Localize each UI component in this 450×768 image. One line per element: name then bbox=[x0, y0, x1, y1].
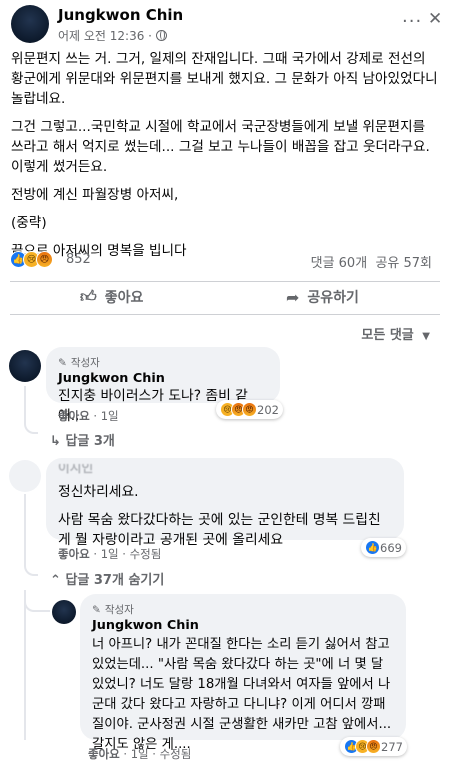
comment-bubble: 이지인 정신차리세요. 사람 목숨 왔다갔다하는 곳에 있는 군인한테 명복 드… bbox=[46, 458, 404, 548]
author-badge: ✎ 작성자 bbox=[92, 602, 394, 617]
comment-meta: 좋아요 · 1일 bbox=[58, 409, 119, 423]
share-button[interactable]: ➦ 공유하기 bbox=[286, 287, 359, 307]
edited-label[interactable]: 수정됨 bbox=[130, 547, 162, 561]
divider bbox=[10, 281, 440, 282]
comment-text: 정신차리세요. bbox=[58, 484, 139, 500]
author-badge: ✎ 작성자 bbox=[58, 355, 268, 370]
comment-avatar[interactable] bbox=[9, 350, 41, 382]
comment-reactions[interactable]: 👍 669 bbox=[361, 538, 406, 557]
comment-count[interactable]: 댓글 60개 bbox=[311, 256, 368, 271]
thread-line bbox=[24, 422, 38, 434]
comment-author[interactable]: Jungkwon Chin bbox=[58, 371, 268, 386]
comment-bubble: ✎ 작성자 Jungkwon Chin 너 아프니? 내가 꼰대질 한다는 소리… bbox=[80, 594, 406, 752]
comment-age[interactable]: 1일 bbox=[131, 747, 149, 761]
chevron-up-icon: ⌃ bbox=[50, 573, 61, 588]
pen-icon: ✎ bbox=[92, 603, 101, 616]
badge-label: 작성자 bbox=[70, 357, 100, 369]
view-replies-link[interactable]: ↳ 답글 3개 bbox=[50, 430, 115, 449]
comment-age[interactable]: 1일 bbox=[101, 547, 119, 561]
angry-reaction-icon: 😠 bbox=[36, 251, 53, 268]
comment-author[interactable]: 이지인 bbox=[58, 464, 392, 474]
badge-label: 작성자 bbox=[104, 604, 134, 616]
comment-reaction-count: 669 bbox=[380, 540, 402, 555]
author-avatar[interactable] bbox=[11, 5, 49, 43]
share-arrow-icon: ➦ bbox=[286, 287, 300, 307]
comment-reactions[interactable]: 😢 😠 😡 202 bbox=[216, 400, 283, 419]
comment-author[interactable]: Jungkwon Chin bbox=[92, 618, 394, 633]
divider bbox=[10, 314, 440, 315]
angry-reaction-icon: 😠 bbox=[366, 739, 381, 754]
share-label: 공유하기 bbox=[307, 290, 359, 306]
comment-like-link[interactable]: 좋아요 bbox=[88, 747, 120, 761]
comment-meta: 좋아요 · 1일 · 수정됨 bbox=[88, 747, 192, 761]
thread-line bbox=[24, 590, 26, 740]
thread-line bbox=[24, 600, 50, 612]
thread-line bbox=[24, 564, 38, 576]
triangle-down-icon: ▼ bbox=[422, 331, 430, 342]
like-label: 좋아요 bbox=[104, 290, 144, 306]
share-count[interactable]: 공유 57회 bbox=[375, 256, 432, 271]
reactions-summary: 👍 😢 😠 852 댓글 60개 공유 57회 bbox=[10, 250, 440, 271]
globe-icon bbox=[156, 30, 168, 41]
comment-reaction-count: 277 bbox=[381, 739, 403, 754]
post-body: 위문편지 쓰는 거. 그거, 일제의 잔재입니다. 그때 국가에서 강제로 전선… bbox=[11, 49, 441, 269]
post-meta: 어제 오전 12:36 · bbox=[58, 27, 168, 44]
like-button[interactable]: 👍︎ 좋아요 bbox=[80, 287, 143, 307]
angry-reaction-icon: 😡 bbox=[242, 402, 257, 417]
comment-reactions[interactable]: 👍 😢 😠 277 bbox=[340, 737, 407, 756]
reply-arrow-icon: ↳ bbox=[50, 434, 61, 449]
replies-label: 답글 37개 숨기기 bbox=[65, 573, 165, 588]
close-icon[interactable]: ✕ bbox=[428, 9, 442, 29]
post-time[interactable]: 어제 오전 12:36 · bbox=[58, 27, 152, 44]
post-paragraph: 전방에 계신 파월장병 아저씨, bbox=[11, 187, 179, 203]
comment-sort-dropdown[interactable]: 모든 댓글 ▼ bbox=[361, 324, 430, 343]
post-header: Jungkwon Chin 어제 오전 12:36 · ··· ✕ bbox=[0, 0, 450, 48]
author-name[interactable]: Jungkwon Chin bbox=[58, 6, 183, 24]
edited-label[interactable]: 수정됨 bbox=[160, 747, 192, 761]
comment-reaction-count: 202 bbox=[257, 402, 279, 417]
reaction-icons[interactable]: 👍 😢 😠 bbox=[10, 251, 53, 268]
comment-bubble: ✎ 작성자 Jungkwon Chin 진지충 바이러스가 도나? 좀비 같애.… bbox=[46, 347, 280, 424]
comment-age[interactable]: 1일 bbox=[101, 409, 119, 423]
comment-meta: 좋아요 · 1일 · 수정됨 bbox=[58, 547, 162, 561]
sort-label: 모든 댓글 bbox=[361, 328, 414, 343]
post-paragraph: 그건 그렇고...국민학교 시절에 학교에서 국군장병들에게 보낼 위문편지를 … bbox=[11, 119, 430, 175]
reaction-count[interactable]: 852 bbox=[66, 252, 91, 267]
post-paragraph: (중략) bbox=[11, 215, 47, 231]
like-reaction-icon: 👍 bbox=[365, 540, 380, 555]
thread-line bbox=[24, 386, 26, 422]
post-actions: 👍︎ 좋아요 ➦ 공유하기 bbox=[10, 283, 440, 313]
comment-like-link[interactable]: 좋아요 bbox=[58, 409, 90, 423]
comment-text: 사람 목숨 왔다갔다하는 곳에 있는 군인한테 명복 드립친게 뭘 자랑이라고 … bbox=[58, 512, 381, 548]
hide-replies-link[interactable]: ⌃ 답글 37개 숨기기 bbox=[50, 569, 164, 588]
thumbs-up-icon: 👍︎ bbox=[80, 287, 97, 306]
replies-label: 답글 3개 bbox=[65, 434, 115, 449]
comment-like-link[interactable]: 좋아요 bbox=[58, 547, 90, 561]
comment-avatar[interactable] bbox=[52, 600, 76, 624]
thread-line bbox=[24, 494, 26, 564]
pen-icon: ✎ bbox=[58, 356, 67, 369]
more-options-button[interactable]: ··· bbox=[402, 11, 422, 32]
comment-share-counts: 댓글 60개 공유 57회 bbox=[311, 252, 432, 271]
post-paragraph: 위문편지 쓰는 거. 그거, 일제의 잔재입니다. 그때 국가에서 강제로 전선… bbox=[11, 51, 438, 107]
comment-avatar[interactable] bbox=[9, 460, 41, 492]
